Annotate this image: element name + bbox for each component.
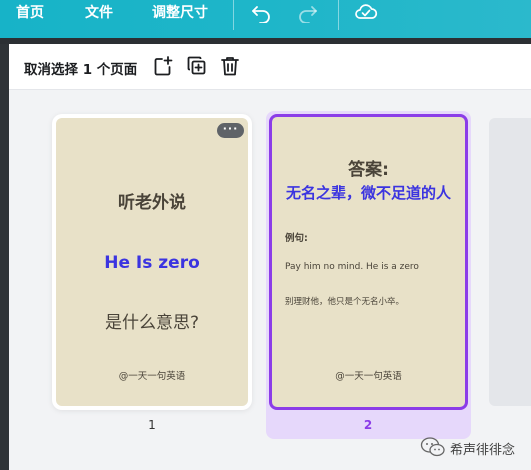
redo-icon[interactable] — [297, 3, 319, 23]
menu-home[interactable]: 首页 — [16, 5, 44, 21]
undo-icon[interactable] — [250, 3, 272, 23]
divider — [338, 0, 339, 30]
deselect-pages-button[interactable]: 取消选择 1 个页面 — [24, 58, 137, 78]
page-toolbar: 取消选择 1 个页面 — [9, 44, 531, 90]
divider — [233, 0, 234, 30]
page-2-signature: @一天一句英语 — [335, 371, 402, 382]
add-page-icon[interactable] — [151, 54, 175, 78]
page-1-signature: @一天一句英语 — [118, 371, 186, 382]
page-1-title: 听老外说 — [118, 193, 186, 213]
delete-page-icon[interactable] — [218, 54, 242, 78]
page-2-meaning: 无名之辈，微不足道的人 — [285, 184, 451, 202]
page-thumbnail-3[interactable] — [489, 118, 531, 406]
cloud-saved-icon[interactable] — [354, 2, 378, 22]
duplicate-page-icon[interactable] — [185, 54, 209, 78]
left-panel-edge — [0, 44, 9, 470]
wechat-icon — [420, 437, 445, 457]
page-1-question: 是什么意思? — [104, 313, 200, 333]
top-bar: 首页 文件 调整尺寸 — [0, 0, 531, 38]
page-2-example-en: Pay him no mind. He is a zero — [285, 262, 419, 272]
page-number-1: 1 — [148, 418, 156, 432]
menu-resize[interactable]: 调整尺寸 — [152, 5, 208, 21]
page-2-answer-label: 答案: — [348, 160, 389, 180]
page-1-phrase: He Is zero — [104, 253, 200, 273]
page-2-example-cn: 别理财他，他只是个无名小卒。 — [285, 297, 405, 307]
menu-file[interactable]: 文件 — [85, 5, 113, 21]
page-number-2: 2 — [363, 418, 373, 432]
watermark-text: 希声徘徘念 — [450, 443, 516, 458]
more-options-button[interactable]: ··· — [217, 123, 244, 138]
page-2-example-label: 例句: — [285, 233, 308, 244]
